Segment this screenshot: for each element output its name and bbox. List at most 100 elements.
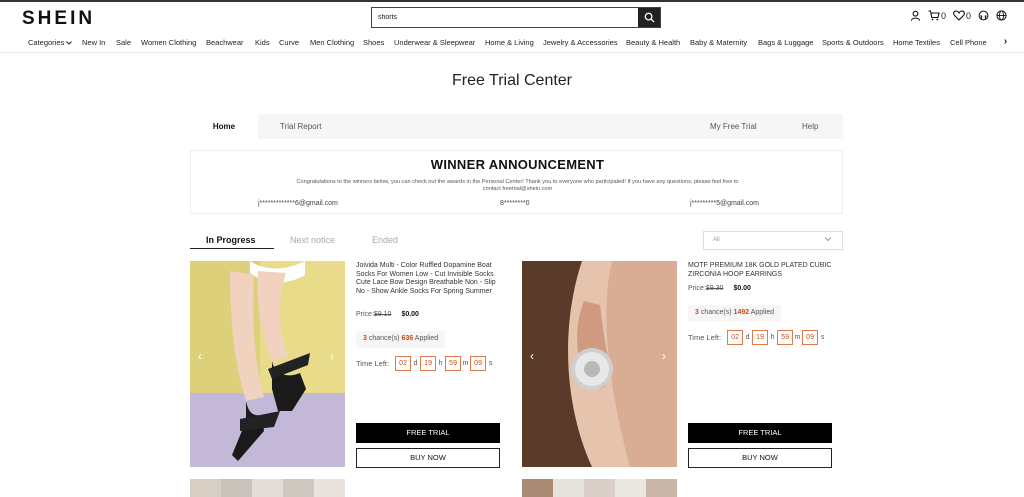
- thumbnail[interactable]: [584, 479, 615, 497]
- logo[interactable]: SHEIN: [22, 8, 95, 30]
- winner-email: 8********0: [500, 200, 530, 207]
- winner-title: WINNER ANNOUNCEMENT: [430, 157, 605, 172]
- thumbnail[interactable]: [615, 479, 646, 497]
- heart-icon: [953, 10, 965, 21]
- tab-in-progress[interactable]: In Progress: [206, 235, 256, 245]
- product-title[interactable]: Joivida Multi - Color Ruffled Dopamine B…: [356, 262, 506, 297]
- tab-trial-report[interactable]: Trial Report: [280, 122, 322, 131]
- nav-item[interactable]: Baby & Maternity: [690, 38, 747, 47]
- thumbnail[interactable]: [522, 479, 553, 497]
- filter-select[interactable]: All: [703, 231, 843, 250]
- support-button[interactable]: [978, 10, 989, 21]
- nav-item[interactable]: Curve: [279, 38, 299, 47]
- nav-item[interactable]: Jewelry & Accessories: [543, 38, 618, 47]
- timer-minutes: 59: [445, 356, 462, 371]
- chevron-down-icon: [824, 237, 832, 242]
- buy-now-button[interactable]: BUY NOW: [356, 448, 500, 468]
- countdown-timer: Time Left: 02 d 19 h 59 m 09 s: [356, 356, 495, 371]
- thumbnail[interactable]: [283, 479, 314, 497]
- timer-days: 02: [727, 330, 744, 345]
- chevron-left-icon[interactable]: ‹: [198, 349, 202, 363]
- countdown-timer: Time Left: 02 d 19 h 59 m 09 s: [688, 330, 827, 345]
- account-button[interactable]: [910, 10, 921, 21]
- product-price: Price:$9.10 $0.00: [356, 311, 419, 318]
- free-trial-button[interactable]: FREE TRIAL: [688, 423, 832, 443]
- main-tabs: Home Trial Report My Free Trial Help: [190, 114, 843, 139]
- category-nav: Categories New In Sale Women Clothing Be…: [0, 34, 1024, 52]
- product-image[interactable]: ‹ ›: [190, 261, 345, 467]
- tab-help[interactable]: Help: [802, 122, 818, 131]
- cart-button[interactable]: 0: [928, 10, 946, 21]
- thumbnail[interactable]: [314, 479, 345, 497]
- nav-item[interactable]: Beachwear: [206, 38, 244, 47]
- tab-home[interactable]: Home: [190, 114, 258, 139]
- nav-item[interactable]: Kids: [255, 38, 270, 47]
- tab-ended[interactable]: Ended: [372, 235, 398, 245]
- nav-item[interactable]: Shoes: [363, 38, 384, 47]
- chevron-right-icon[interactable]: ›: [330, 349, 334, 363]
- nav-next-button[interactable]: ›: [987, 34, 1024, 52]
- chevron-left-icon[interactable]: ‹: [530, 349, 534, 363]
- next-product-thumbnails: [190, 479, 345, 497]
- search-icon: [644, 12, 655, 23]
- timer-seconds: 09: [802, 330, 819, 345]
- language-button[interactable]: [996, 10, 1007, 21]
- active-tab-underline: [190, 248, 274, 249]
- timer-hours: 19: [752, 330, 769, 345]
- winner-announcement: WINNER ANNOUNCEMENT Congratulations to t…: [190, 150, 843, 214]
- chevron-right-icon[interactable]: ›: [662, 349, 666, 363]
- nav-item[interactable]: Sale: [116, 38, 131, 47]
- cart-count: 0: [941, 10, 947, 21]
- product-title[interactable]: MOTF PREMIUM 18K GOLD PLATED CUBIC ZIRCO…: [688, 262, 838, 279]
- cart-icon: [928, 10, 940, 21]
- search-input[interactable]: [372, 8, 638, 27]
- thumbnail[interactable]: [190, 479, 221, 497]
- original-price: $9.10: [373, 311, 392, 318]
- nav-item[interactable]: Sports & Outdoors: [822, 38, 884, 47]
- nav-item[interactable]: Home & Living: [485, 38, 534, 47]
- nav-item[interactable]: Cell Phone: [950, 38, 987, 47]
- wishlist-count: 0: [966, 10, 972, 21]
- next-product-thumbnails: [522, 479, 677, 497]
- winner-email: j*************6@gmail.com: [258, 200, 338, 207]
- tab-next-notice[interactable]: Next notice: [290, 235, 335, 245]
- nav-item[interactable]: Underwear & Sleepwear: [394, 38, 475, 47]
- search-bar: [371, 7, 661, 28]
- chevron-right-icon: ›: [1003, 36, 1008, 47]
- socks-product-photo: [190, 261, 345, 467]
- tab-my-free-trial[interactable]: My Free Trial: [710, 122, 757, 131]
- site-header: SHEIN 0 0: [0, 2, 1024, 34]
- nav-item[interactable]: Home Textiles: [893, 38, 940, 47]
- nav-item[interactable]: Women Clothing: [141, 38, 196, 47]
- search-button[interactable]: [638, 8, 660, 27]
- nav-item[interactable]: Beauty & Health: [626, 38, 680, 47]
- page-title: Free Trial Center: [451, 72, 573, 89]
- thumbnail[interactable]: [646, 479, 677, 497]
- winner-email: j*********5@gmail.com: [690, 200, 759, 207]
- free-trial-button[interactable]: FREE TRIAL: [356, 423, 500, 443]
- timer-hours: 19: [420, 356, 437, 371]
- product-image[interactable]: ‹ ›: [522, 261, 677, 467]
- timer-seconds: 09: [470, 356, 487, 371]
- chance-info: 3 chance(s) 1492 Applied: [688, 305, 782, 322]
- thumbnail[interactable]: [221, 479, 252, 497]
- trial-price: $0.00: [401, 311, 419, 318]
- wishlist-button[interactable]: 0: [953, 10, 971, 21]
- account-icon: [910, 10, 921, 21]
- filter-value: All: [713, 237, 720, 243]
- earrings-product-photo: [522, 261, 677, 467]
- thumbnail[interactable]: [252, 479, 283, 497]
- chevron-down-icon: [66, 41, 73, 45]
- nav-item[interactable]: Bags & Luggage: [758, 38, 813, 47]
- thumbnail[interactable]: [553, 479, 584, 497]
- nav-item-categories[interactable]: Categories: [28, 38, 73, 47]
- timer-days: 02: [395, 356, 412, 371]
- product-price: Price:$9.30 $0.00: [688, 285, 751, 292]
- winner-description: Congratulations to the winners below, yo…: [296, 179, 739, 192]
- nav-item[interactable]: New In: [82, 38, 105, 47]
- trial-price: $0.00: [733, 285, 751, 292]
- nav-item[interactable]: Men Clothing: [310, 38, 354, 47]
- buy-now-button[interactable]: BUY NOW: [688, 448, 832, 468]
- divider: [0, 52, 1024, 53]
- support-icon: [978, 10, 989, 21]
